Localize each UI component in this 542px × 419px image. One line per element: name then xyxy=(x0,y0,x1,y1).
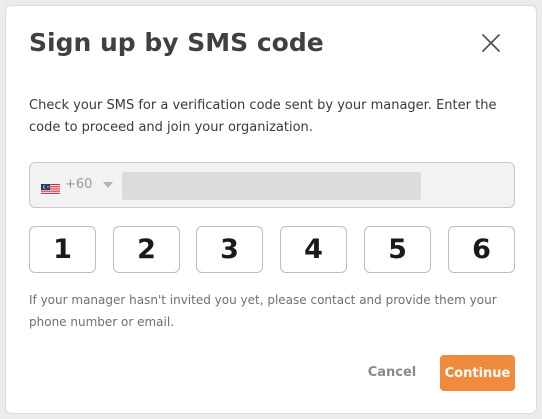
dialog-description: Check your SMS for a verification code s… xyxy=(29,98,497,135)
country-code[interactable]: +60 xyxy=(65,177,92,192)
code-digit-5[interactable]: 5 xyxy=(364,226,431,273)
code-digit-3[interactable]: 3 xyxy=(196,226,263,273)
close-icon[interactable] xyxy=(478,30,504,56)
verification-code-inputs: 1 2 3 4 5 6 xyxy=(29,226,515,273)
continue-button[interactable]: Continue xyxy=(440,355,515,391)
malaysia-flag-icon[interactable] xyxy=(41,180,60,195)
help-text: If your manager hasn't invited you yet, … xyxy=(29,293,497,329)
code-digit-6[interactable]: 6 xyxy=(448,226,515,273)
code-digit-2[interactable]: 2 xyxy=(113,226,180,273)
code-digit-1[interactable]: 1 xyxy=(29,226,96,273)
phone-number-field: +60 xyxy=(29,162,515,208)
phone-number-input[interactable] xyxy=(122,172,421,200)
cancel-button[interactable]: Cancel xyxy=(358,358,426,388)
sms-signup-dialog: Sign up by SMS code Check your SMS for a… xyxy=(5,5,537,414)
caret-down-icon[interactable] xyxy=(103,182,113,188)
dialog-title: Sign up by SMS code xyxy=(29,28,324,57)
code-digit-4[interactable]: 4 xyxy=(280,226,347,273)
